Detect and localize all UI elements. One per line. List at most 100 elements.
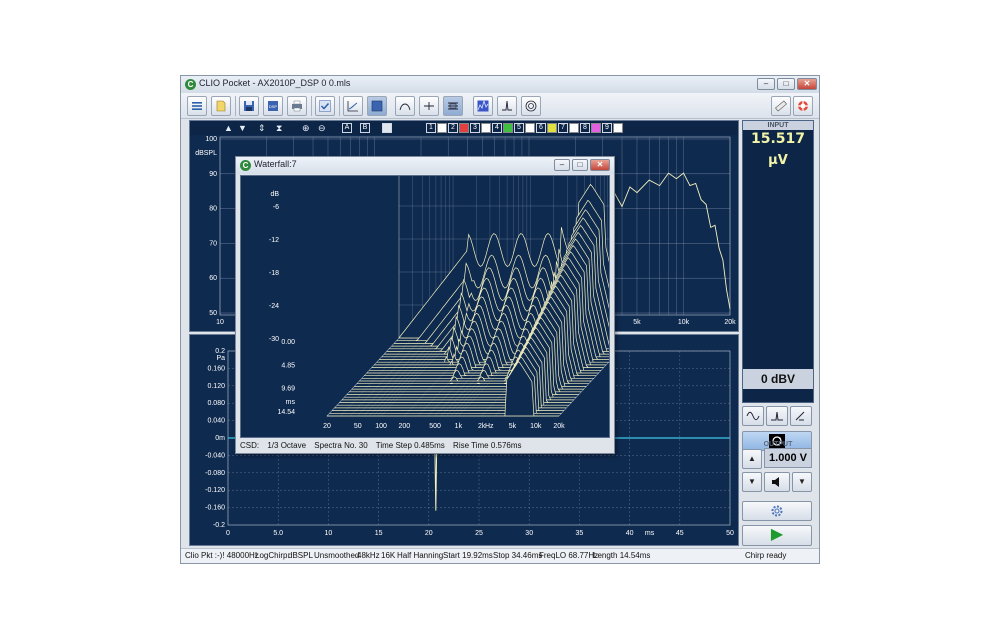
y-tick-label: 0.2 (215, 348, 225, 355)
y-tick-label: 0.080 (207, 400, 225, 407)
impedance-icon (371, 100, 383, 112)
status-device: Clio Pkt :-)! 48000Hz (185, 551, 259, 560)
x-tick-label: 15 (375, 530, 383, 537)
status-stimulus: LogChirp: (255, 551, 290, 560)
help-button[interactable] (793, 96, 813, 116)
input-mode-step-button[interactable] (790, 406, 812, 426)
output-level-value[interactable]: 1.000 V (764, 448, 812, 468)
speaker-button[interactable] (521, 96, 541, 116)
go-button[interactable]: ▶ (742, 525, 812, 546)
input-mode-impulse-button[interactable] (766, 406, 788, 426)
frequency-response-icon (347, 101, 358, 112)
bandpass-button[interactable] (395, 96, 415, 116)
waterfall-y-tick-label: -30 (269, 336, 279, 343)
speaker-mute-icon (772, 477, 779, 487)
print-icon (292, 100, 302, 112)
waterfall-x-tick-label: 100 (375, 423, 387, 430)
waterfall-plot[interactable]: 0-6-12-18-24-30dB20501002005001k2k5k10k2… (240, 175, 610, 438)
toolbar-separator (339, 96, 340, 116)
clio-logo-icon: C (240, 160, 251, 171)
impulse-button[interactable] (497, 96, 517, 116)
menu-button[interactable] (187, 96, 207, 116)
y-tick-label: -0.2 (213, 522, 225, 529)
input-header: INPUT (743, 121, 813, 130)
input-range-display[interactable]: 0 dBV (743, 369, 813, 389)
output-up-button[interactable]: ▲ (742, 449, 762, 469)
y-unit-label: Pa (216, 355, 225, 362)
spectrum-button[interactable] (473, 96, 493, 116)
waterfall-time-tick-label: 9.69 (281, 386, 295, 393)
open-file-button[interactable] (211, 96, 231, 116)
status-smoothing: Unsmoothed (314, 551, 360, 560)
output-down-button[interactable]: ▼ (742, 472, 762, 492)
input-level-unit: µV (768, 153, 788, 168)
waterfall-y-tick-label: -24 (269, 303, 279, 310)
print-button[interactable] (287, 96, 307, 116)
output-speaker-button[interactable] (764, 472, 790, 492)
waterfall-x-tick-label: 50 (354, 423, 362, 430)
waterfall-y-unit-label: dB (270, 191, 279, 198)
waterfall-floor-line (368, 337, 442, 417)
check-icon (319, 100, 331, 112)
waterfall-y-tick-label: -18 (269, 270, 279, 277)
waterfall-maximize-button[interactable]: □ (572, 159, 588, 171)
status-stop: Stop 34.46ms (493, 551, 543, 560)
x-tick-label: 25 (475, 530, 483, 537)
waterfall-icon (448, 102, 458, 110)
minimize-button[interactable]: – (757, 78, 775, 90)
waterfall-x-unit-label: Hz (485, 423, 494, 430)
frequency-response-button[interactable] (343, 96, 363, 116)
waterfall-floor-line (350, 337, 423, 417)
y-tick-label: 50 (209, 310, 217, 317)
waterfall-floor-line (363, 337, 437, 417)
export-button[interactable]: DSP (263, 96, 283, 116)
status-length: Length 14.54ms (593, 551, 651, 560)
save-button[interactable] (239, 96, 259, 116)
waterfall-chart: 0-6-12-18-24-30dB20501002005001k2k5k10k2… (269, 176, 609, 430)
status-units: dBSPL (288, 551, 313, 560)
waterfall-close-button[interactable]: ✕ (590, 159, 610, 171)
x-tick-label: 0 (226, 530, 230, 537)
waterfall-floor-line (357, 337, 430, 417)
waterfall-button[interactable] (443, 96, 463, 116)
x-tick-label: 10k (678, 319, 690, 326)
y-tick-label: 90 (209, 171, 217, 178)
impulse-wave-icon (771, 411, 783, 421)
speaker-icon (525, 100, 537, 112)
status-state: Chirp ready (745, 551, 787, 560)
side-control-panel: INPUT 15.517 µV 0 dBV OUTPUT ▲ 1.000 V ▼… (742, 120, 816, 548)
y-tick-label: 80 (209, 206, 217, 213)
waterfall-minimize-button[interactable]: – (554, 159, 570, 171)
maximize-button[interactable]: □ (777, 78, 795, 90)
y-tick-label: 0.160 (207, 365, 225, 372)
status-window: Half Hanning (397, 551, 444, 560)
input-mode-ac-button[interactable] (742, 406, 764, 426)
ruler-button[interactable] (771, 96, 791, 116)
main-toolbar: DSP (181, 93, 819, 119)
spectrum-icon (477, 100, 489, 112)
waterfall-y-tick-label: -12 (269, 237, 279, 244)
impedance-button[interactable] (367, 96, 387, 116)
output-select-button[interactable]: ▼ (792, 472, 812, 492)
x-tick-label: 30 (525, 530, 533, 537)
y-tick-label: -0.160 (205, 505, 225, 512)
step-wave-icon (795, 411, 805, 421)
waterfall-floor-line (340, 337, 413, 417)
y-tick-label: -0.120 (205, 487, 225, 494)
waterfall-x-tick-label: 10k (530, 423, 542, 430)
window-title: CLIO Pocket - AX2010P_DSP 0 0.mls (199, 78, 351, 88)
csd-resolution: 1/3 Octave (267, 441, 307, 450)
settings-button[interactable] (742, 501, 812, 521)
svg-text:DSP: DSP (269, 104, 278, 109)
x-tick-label: 5.0 (273, 530, 283, 537)
level-button[interactable] (419, 96, 439, 116)
menu-icon (192, 102, 202, 110)
waterfall-x-tick-label: 1k (455, 423, 463, 430)
check-button[interactable] (315, 96, 335, 116)
waterfall-window[interactable]: C Waterfall:7 – □ ✕ 0 -6 -12 -18 -24 -30 dB 20 5… (235, 156, 615, 454)
save-icon (244, 101, 254, 111)
close-button[interactable]: ✕ (797, 78, 817, 90)
csd-label: CSD: (240, 441, 260, 450)
status-size: 16K (381, 551, 396, 560)
help-lifebuoy-icon (798, 101, 808, 111)
